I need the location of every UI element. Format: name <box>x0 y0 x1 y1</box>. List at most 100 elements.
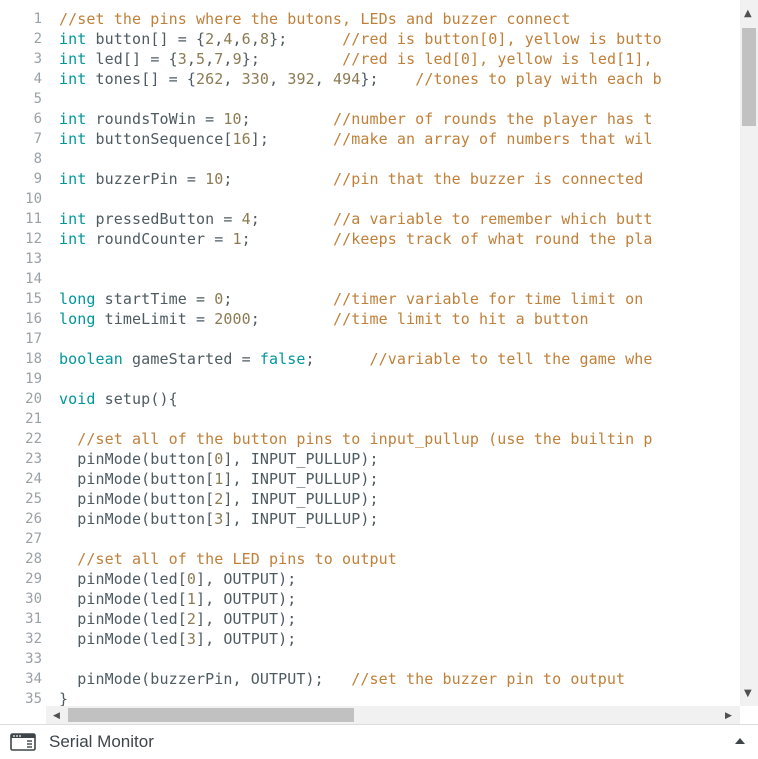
code-text[interactable]: pinMode(led[1], OUTPUT); <box>59 589 296 609</box>
code-line[interactable]: 4 int tones[] = {262, 330, 392, 494}; //t… <box>0 69 740 89</box>
code-line[interactable]: 31 pinMode(led[2], OUTPUT); <box>0 609 740 629</box>
scrollbar-corner <box>740 706 758 724</box>
code-number: 1 <box>214 470 224 488</box>
code-line[interactable]: 21 <box>0 409 740 429</box>
scroll-down-arrow-icon[interactable]: ▼ <box>744 689 752 699</box>
code-text[interactable]: int pressedButton = 4; //a variable to r… <box>59 209 653 229</box>
code-text[interactable]: pinMode(led[3], OUTPUT); <box>59 629 296 649</box>
code-line[interactable]: 8 <box>0 149 740 169</box>
code-line[interactable]: 24 pinMode(button[1], INPUT_PULLUP); <box>0 469 740 489</box>
code-number: 0 <box>214 290 224 308</box>
code-line[interactable]: 6 int roundsToWin = 10; //number of round… <box>0 109 740 129</box>
line-number: 3 <box>33 51 42 67</box>
code-line[interactable]: 34 pinMode(buzzerPin, OUTPUT); //set the… <box>0 669 740 689</box>
code-line[interactable]: 2 int button[] = {2,4,6,8}; //red is butt… <box>0 29 740 49</box>
code-line[interactable]: 27 <box>0 529 740 549</box>
code-text[interactable]: int buttonSequence[16]; //make an array … <box>59 129 653 149</box>
code-token: buttonSequence[ <box>86 130 233 148</box>
code-token: roundCounter = <box>86 230 233 248</box>
code-text[interactable]: } <box>59 689 68 706</box>
code-line[interactable]: 30 pinMode(led[1], OUTPUT); <box>0 589 740 609</box>
code-text[interactable]: long startTime = 0; //timer variable for… <box>59 289 643 309</box>
code-text[interactable]: //set the pins where the butons, LEDs an… <box>59 9 570 29</box>
code-line[interactable]: 28 //set all of the LED pins to output <box>0 549 740 569</box>
code-line[interactable]: 15 long startTime = 0; //timer variable f… <box>0 289 740 309</box>
code-token: timeLimit = <box>95 310 215 328</box>
code-token: , <box>314 70 333 88</box>
code-text[interactable]: int roundsToWin = 10; //number of rounds… <box>59 109 653 129</box>
code-keyword: false <box>259 350 306 368</box>
code-line[interactable]: 5 <box>0 89 740 109</box>
scroll-up-arrow-icon[interactable]: ▲ <box>744 9 752 19</box>
code-text[interactable]: int tones[] = {262, 330, 392, 494}; //to… <box>59 69 662 89</box>
code-token: pinMode(led[ <box>59 590 187 608</box>
code-line[interactable]: 16 long timeLimit = 2000; //time limit to… <box>0 309 740 329</box>
code-line[interactable]: 22 //set all of the button pins to input… <box>0 429 740 449</box>
scroll-left-arrow-icon[interactable]: ◀ <box>53 711 60 721</box>
code-line[interactable]: 23 pinMode(button[0], INPUT_PULLUP); <box>0 449 740 469</box>
code-text[interactable]: pinMode(button[2], INPUT_PULLUP); <box>59 489 379 509</box>
code-line[interactable]: 20 void setup(){ <box>0 389 740 409</box>
code-line[interactable]: 19 <box>0 369 740 389</box>
line-number: 22 <box>25 431 42 447</box>
code-comment: //red is led[0], yellow is led[1], <box>342 50 653 68</box>
code-keyword: int <box>59 230 87 248</box>
serial-monitor-icon[interactable] <box>10 733 36 751</box>
code-token: ], OUTPUT); <box>195 610 297 628</box>
code-text[interactable]: long timeLimit = 2000; //time limit to h… <box>59 309 589 329</box>
code-line[interactable]: 7 int buttonSequence[16]; //make an array… <box>0 129 740 149</box>
code-line[interactable]: 11 int pressedButton = 4; //a variable to… <box>0 209 740 229</box>
line-number: 32 <box>25 631 42 647</box>
code-text[interactable]: int roundCounter = 1; //keeps track of w… <box>59 229 653 249</box>
code-text[interactable]: pinMode(button[0], INPUT_PULLUP); <box>59 449 379 469</box>
code-token: , <box>232 30 242 48</box>
line-number: 7 <box>33 131 42 147</box>
code-text[interactable]: pinMode(button[1], INPUT_PULLUP); <box>59 469 379 489</box>
line-number: 12 <box>25 231 42 247</box>
code-line[interactable]: 14 <box>0 269 740 289</box>
code-line[interactable]: 12 int roundCounter = 1; //keeps track of… <box>0 229 740 249</box>
code-line[interactable]: 25 pinMode(button[2], INPUT_PULLUP); <box>0 489 740 509</box>
code-line[interactable]: 35} <box>0 689 740 706</box>
serial-monitor-label[interactable]: Serial Monitor <box>49 732 154 752</box>
code-text[interactable]: pinMode(button[3], INPUT_PULLUP); <box>59 509 379 529</box>
code-number: 2 <box>205 30 215 48</box>
code-line[interactable]: 18 boolean gameStarted = false; //variabl… <box>0 349 740 369</box>
code-text[interactable]: int button[] = {2,4,6,8}; //red is butto… <box>59 29 662 49</box>
code-text[interactable]: boolean gameStarted = false; //variable … <box>59 349 653 369</box>
code-text[interactable]: int led[] = {3,5,7,9}; //red is led[0], … <box>59 49 653 69</box>
vertical-scrollbar-thumb[interactable] <box>742 28 756 126</box>
code-text[interactable]: pinMode(buzzerPin, OUTPUT); //set the bu… <box>59 669 625 689</box>
code-line[interactable]: 10 <box>0 189 740 209</box>
code-text[interactable]: pinMode(led[0], OUTPUT); <box>59 569 296 589</box>
serial-monitor-bar[interactable]: Serial Monitor <box>0 724 758 759</box>
code-comment: //red is button[0], yellow is butto <box>342 30 662 48</box>
code-line[interactable]: 1 //set the pins where the butons, LEDs a… <box>0 9 740 29</box>
code-comment: //tones to play with each b <box>415 70 662 88</box>
code-token: , <box>223 50 233 68</box>
line-number: 35 <box>25 691 42 706</box>
code-line[interactable]: 32 pinMode(led[3], OUTPUT); <box>0 629 740 649</box>
code-line[interactable]: 29 pinMode(led[0], OUTPUT); <box>0 569 740 589</box>
code-token: ; <box>223 290 333 308</box>
code-token: ; <box>241 110 333 128</box>
code-comment: //number of rounds the player has t <box>332 110 653 128</box>
code-line[interactable]: 9 int buzzerPin = 10; //pin that the buzz… <box>0 169 740 189</box>
code-line[interactable]: 26 pinMode(button[3], INPUT_PULLUP); <box>0 509 740 529</box>
code-line[interactable]: 13 <box>0 249 740 269</box>
code-keyword: int <box>59 50 87 68</box>
code-text[interactable]: //set all of the button pins to input_pu… <box>59 429 653 449</box>
code-text[interactable]: //set all of the LED pins to output <box>59 549 397 569</box>
code-line[interactable]: 3 int led[] = {3,5,7,9}; //red is led[0],… <box>0 49 740 69</box>
line-number: 15 <box>25 291 42 307</box>
code-line[interactable]: 33 <box>0 649 740 669</box>
code-text[interactable]: pinMode(led[2], OUTPUT); <box>59 609 296 629</box>
code-text[interactable]: void setup(){ <box>59 389 178 409</box>
code-line[interactable]: 17 <box>0 329 740 349</box>
code-editor[interactable]: 1 //set the pins where the butons, LEDs a… <box>0 0 740 706</box>
horizontal-scrollbar-thumb[interactable] <box>68 708 354 722</box>
scroll-right-arrow-icon[interactable]: ▶ <box>725 711 732 721</box>
code-text[interactable]: int buzzerPin = 10; //pin that the buzze… <box>59 169 643 189</box>
caret-up-icon[interactable] <box>734 735 746 747</box>
code-token: tones[] = { <box>86 70 196 88</box>
